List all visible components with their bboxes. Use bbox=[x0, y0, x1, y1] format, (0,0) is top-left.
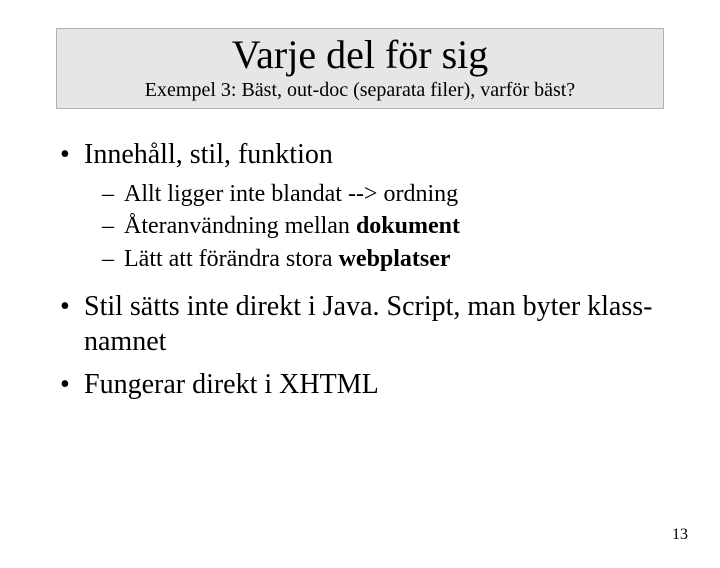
bullet-1-sub-3: Lätt att förändra stora webplatser bbox=[102, 243, 664, 275]
slide-subtitle: Exempel 3: Bäst, out-doc (separata filer… bbox=[57, 79, 663, 102]
title-block: Varje del för sig Exempel 3: Bäst, out-d… bbox=[56, 28, 664, 109]
bullet-1-sub-2: Återanvändning mellan dokument bbox=[102, 210, 664, 242]
bullet-1-sub-2-bold: dokument bbox=[356, 213, 460, 239]
bullet-1: Innehåll, stil, funktion Allt ligger int… bbox=[56, 137, 664, 275]
bullet-2: Stil sätts inte direkt i Java. Script, m… bbox=[56, 289, 664, 359]
bullet-1-sub-3-bold: webplatser bbox=[339, 246, 451, 272]
slide-body: Innehåll, stil, funktion Allt ligger int… bbox=[56, 137, 664, 402]
bullet-1-sub-2-pre: Återanvändning mellan bbox=[124, 213, 356, 239]
bullet-3: Fungerar direkt i XHTML bbox=[56, 367, 664, 402]
bullet-1-text: Innehåll, stil, funktion bbox=[84, 139, 333, 170]
page-number: 13 bbox=[672, 526, 688, 544]
bullet-1-sub-1: Allt ligger inte blandat --> ordning bbox=[102, 178, 664, 210]
bullet-1-sub-3-pre: Lätt att förändra stora bbox=[124, 246, 339, 272]
slide-title: Varje del för sig bbox=[57, 33, 663, 77]
